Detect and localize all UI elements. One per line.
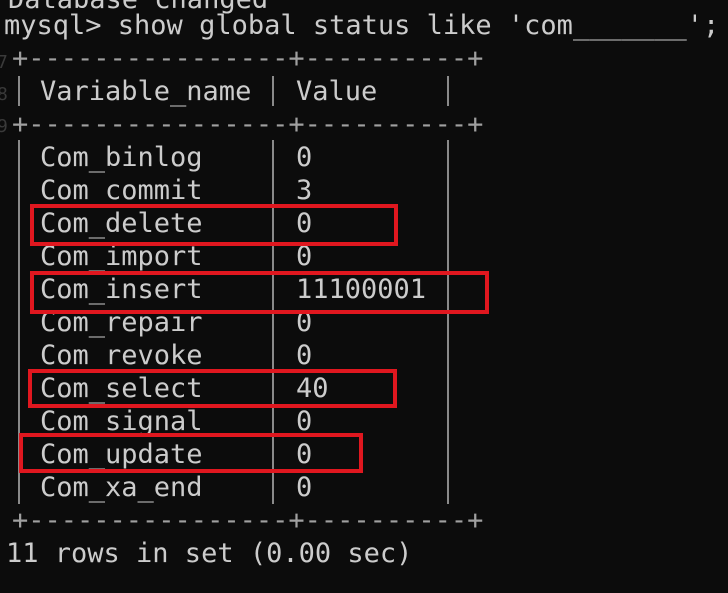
- table-border-bottom: +----------------+----------+: [12, 505, 484, 536]
- table-border-top: +----------------+----------+: [12, 43, 484, 74]
- row-value: 0: [296, 472, 313, 503]
- gutter-mark: 8: [0, 84, 8, 105]
- header-value: Value: [296, 76, 378, 107]
- row-name: Com_commit: [40, 175, 203, 206]
- result-summary: 11 rows in set (0.00 sec): [6, 538, 413, 569]
- gutter-mark: 7: [0, 52, 8, 73]
- row-name: Com_revoke: [40, 340, 203, 371]
- gutter-mark: 9: [0, 116, 8, 137]
- highlight-box-select: [28, 369, 397, 408]
- row-value: 0: [296, 340, 313, 371]
- terminal-window[interactable]: Database changed mysql> show global stat…: [0, 0, 728, 593]
- table-pipe-left: [18, 76, 20, 106]
- header-variable-name: Variable_name: [40, 76, 252, 107]
- table-pipe-right: [447, 140, 449, 504]
- table-pipe-mid: [272, 76, 274, 106]
- row-value: 3: [296, 175, 313, 206]
- row-name: Com_binlog: [40, 142, 203, 173]
- row-value: 0: [296, 142, 313, 173]
- highlight-box-delete: [30, 204, 398, 246]
- highlight-box-insert: [30, 271, 489, 314]
- highlight-box-update: [19, 433, 363, 473]
- command-line: mysql> show global status like 'com_____…: [4, 10, 720, 41]
- table-border-header: +----------------+----------+: [12, 109, 484, 140]
- table-pipe-right: [447, 76, 449, 106]
- row-name: Com_xa_end: [40, 472, 203, 503]
